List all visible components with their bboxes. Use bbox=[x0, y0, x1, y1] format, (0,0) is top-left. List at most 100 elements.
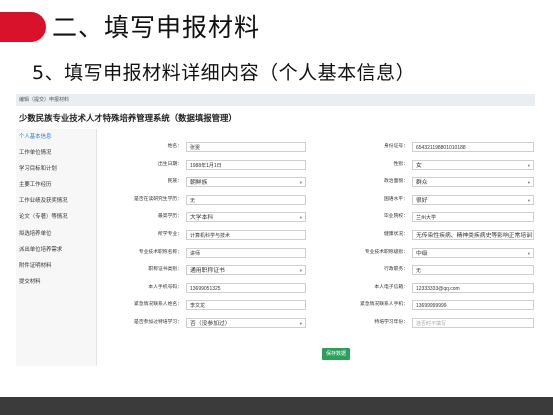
app-screenshot: 编辑（提交）申报材料 少数民族专业技术人才特殊培养管理系统（数据填报管理） 个人… bbox=[16, 94, 535, 366]
save-button[interactable]: 保存数据 bbox=[322, 348, 350, 360]
text-field[interactable]: 选否时不填写 bbox=[412, 318, 534, 328]
field-value: 选否时不填写 bbox=[416, 321, 447, 327]
form-row: 专业技术职称名称： 讲师 专业技术职称级别： 中级 ▾ bbox=[100, 246, 535, 260]
field-label: 毕业院校： bbox=[384, 214, 408, 220]
text-field[interactable]: 13699051325 bbox=[186, 282, 306, 293]
field-label: 专业技术职称级别： bbox=[364, 249, 408, 255]
text-field[interactable]: 13699999999 bbox=[412, 300, 534, 311]
field-value: 李文龙 bbox=[190, 303, 206, 310]
field-label: 性别： bbox=[393, 161, 408, 167]
form-row: 民族： 朝鲜族 ▾ 政治面貌： 群众 ▾ bbox=[100, 175, 535, 189]
field-label: 紧急情况联系人手机： bbox=[360, 302, 408, 308]
field-value: 张雯 bbox=[190, 145, 201, 151]
text-field[interactable]: 无 bbox=[186, 194, 306, 205]
sidebar-item[interactable]: 提交材料 bbox=[16, 274, 96, 290]
sidebar-item[interactable]: 论文（专著）等情况 bbox=[16, 209, 96, 225]
form-row: 紧急情况联系人姓名： 李文龙 紧急情况联系人手机： 13699999999 bbox=[100, 298, 535, 312]
field-label: 身份证号： bbox=[384, 144, 408, 149]
field-value: 否（没参加过） bbox=[190, 321, 231, 327]
chevron-down-icon: ▾ bbox=[299, 268, 302, 274]
select-field[interactable]: 中级 ▾ bbox=[412, 247, 534, 258]
field-value: 朝鲜族 bbox=[190, 180, 208, 187]
field-value: 654321198801010188 bbox=[416, 145, 466, 151]
text-field[interactable]: 1988年1月1日 bbox=[186, 159, 306, 170]
form-row: 本人手机号码： 13699051325 本人电子信箱： 12333333@qq.com bbox=[100, 281, 535, 295]
field-value: 大学本科 bbox=[190, 215, 214, 222]
slide-subtitle: 5、填写申报材料详细内容（个人基本信息） bbox=[32, 62, 416, 84]
select-field[interactable]: 女 ▾ bbox=[412, 159, 534, 170]
text-field[interactable]: 计算机科学与技术 bbox=[186, 230, 306, 240]
select-field[interactable]: 群众 ▾ bbox=[412, 177, 534, 188]
field-label: 所学专业： bbox=[158, 232, 182, 237]
text-field[interactable]: 讲师 bbox=[186, 247, 306, 258]
field-label: 行政职务： bbox=[384, 267, 408, 273]
field-value: 很好 bbox=[416, 197, 428, 204]
chevron-down-icon: ▾ bbox=[527, 180, 530, 186]
form-row: 出生日期： 1988年1月1日 性别：女 ▾ bbox=[100, 158, 535, 172]
select-field[interactable]: 通用职称证书 ▾ bbox=[186, 265, 306, 276]
field-label: 本人手机号码： bbox=[148, 284, 182, 290]
chevron-down-icon: ▾ bbox=[299, 180, 302, 186]
chevron-down-icon: ▾ bbox=[527, 250, 530, 256]
field-value: 通用职称证书 bbox=[190, 268, 225, 275]
field-label: 出生日期： bbox=[158, 161, 182, 167]
personal-info-form: 姓名： 张雯 身份证号： 654321198801010188 出生日期： 1988年1月… bbox=[100, 140, 535, 366]
field-label: 是否在读研究生学历： bbox=[134, 196, 182, 202]
field-value: 13699051325 bbox=[190, 285, 221, 292]
field-value: 无 bbox=[190, 197, 196, 204]
text-field[interactable]: 兰州大学 bbox=[412, 212, 534, 223]
text-field[interactable]: 654321198801010188 bbox=[412, 142, 534, 152]
text-field[interactable]: 李文龙 bbox=[186, 300, 306, 311]
sidebar-item[interactable]: 工作业绩及获奖情况 bbox=[16, 193, 96, 209]
field-value: 无 bbox=[416, 268, 422, 275]
sidebar-item[interactable]: 附件证明材料 bbox=[16, 258, 96, 274]
field-value: 12333333@qq.com bbox=[416, 285, 460, 292]
sidebar-item[interactable]: 派出单位培养需求 bbox=[16, 242, 96, 258]
chevron-down-icon: ▾ bbox=[527, 197, 530, 203]
sidebar-item[interactable]: 工作单位情况 bbox=[16, 145, 96, 161]
field-value: 中级 bbox=[416, 250, 428, 257]
field-label: 是否参加过特培学习： bbox=[134, 320, 182, 325]
select-field[interactable]: 很好 ▾ bbox=[412, 194, 534, 205]
field-label: 健康状况： bbox=[384, 232, 408, 237]
form-row: 是否在读研究生学历： 无 国语水平： 很好 ▾ bbox=[100, 193, 535, 207]
sidebar-item[interactable]: 个人基本信息 bbox=[16, 129, 96, 145]
slide-footer-bar bbox=[0, 397, 553, 415]
form-row: 是否参加过特培学习： 否（没参加过） ▾ 特培学习年份： 选否时不填写 bbox=[100, 316, 535, 330]
text-field[interactable]: 无 bbox=[412, 265, 534, 276]
form-row: 姓名： 张雯 身份证号： 654321198801010188 bbox=[100, 140, 535, 154]
field-value: 群众 bbox=[416, 180, 428, 187]
slide-title: 二、填写申报材料 bbox=[52, 13, 261, 42]
breadcrumb: 编辑（提交）申报材料 bbox=[16, 94, 535, 106]
field-label: 姓名： bbox=[167, 144, 182, 149]
select-field[interactable]: 无传染性疾病、精神类疾病史等影响正常培训 ▾ bbox=[412, 230, 534, 240]
sidebar-item[interactable]: 学习目标和计划 bbox=[16, 161, 96, 177]
field-label: 特培学习年份： bbox=[374, 320, 408, 325]
field-label: 紧急情况联系人姓名： bbox=[134, 302, 182, 308]
select-field[interactable]: 朝鲜族 ▾ bbox=[186, 177, 306, 188]
field-label: 职称证书类别： bbox=[148, 267, 182, 273]
field-label: 民族： bbox=[167, 179, 182, 185]
chevron-down-icon: ▾ bbox=[527, 233, 530, 238]
field-label: 本人电子信箱： bbox=[374, 284, 408, 290]
chevron-down-icon: ▾ bbox=[527, 162, 530, 168]
title-accent-bar bbox=[0, 12, 46, 42]
text-field[interactable]: 12333333@qq.com bbox=[412, 282, 534, 293]
field-label: 最高学历： bbox=[158, 214, 182, 220]
form-row: 最高学历： 大学本科 ▾ 毕业院校： 兰州大学 bbox=[100, 210, 535, 224]
field-value: 女 bbox=[416, 162, 422, 169]
sidebar: 个人基本信息 工作单位情况 学习目标和计划 主要工作经历 工作业绩及获奖情况 论文（专著）… bbox=[16, 129, 97, 366]
select-field[interactable]: 大学本科 ▾ bbox=[186, 212, 306, 223]
form-row: 所学专业： 计算机科学与技术 健康状况： 无传染性疾病、精神类疾病史等影响正常培训 ▾ bbox=[100, 228, 535, 242]
field-value: 讲师 bbox=[190, 250, 201, 257]
sidebar-item[interactable]: 主要工作经历 bbox=[16, 177, 96, 193]
field-value: 无传染性疾病、精神类疾病史等影响正常培训 bbox=[416, 233, 532, 239]
field-label: 政治面貌： bbox=[384, 179, 408, 185]
chevron-down-icon: ▾ bbox=[299, 215, 302, 221]
system-title: 少数民族专业技术人才特殊培养管理系统（数据填报管理） bbox=[19, 113, 237, 123]
text-field[interactable]: 张雯 bbox=[186, 142, 306, 152]
select-field[interactable]: 否（没参加过） ▾ bbox=[186, 318, 306, 328]
field-value: 13699999999 bbox=[416, 303, 447, 310]
sidebar-item[interactable]: 拟选培养单位 bbox=[16, 226, 96, 242]
field-value: 1988年1月1日 bbox=[190, 162, 222, 169]
